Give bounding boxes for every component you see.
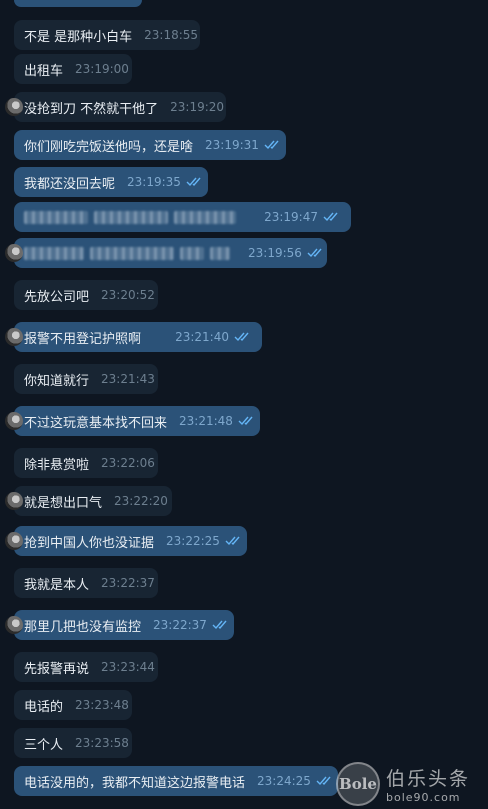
message-text: 除非悬赏啦 (24, 457, 90, 473)
redacted-text (24, 246, 236, 260)
incoming-message[interactable]: 三个人 23:23:58 (14, 728, 132, 758)
redacted-text (24, 210, 242, 224)
avatar[interactable] (5, 492, 23, 510)
watermark: Bole 伯乐头条 bole90.com (336, 759, 488, 809)
double-check-icon (323, 212, 338, 222)
message-timestamp: 23:20:52 (101, 288, 155, 302)
message-timestamp: 23:18:55 (144, 28, 199, 42)
message-timestamp: 23:19:35 (127, 175, 181, 189)
message-text: 报警不用登记护照啊 (24, 331, 142, 347)
message-text: 先报警再说 (24, 661, 90, 677)
message-timestamp: 23:19:31 (205, 138, 259, 152)
message-text: 出租车 (24, 63, 64, 79)
outgoing-message[interactable]: 报警不用登记护照啊 23:21:40 (5, 322, 262, 352)
message-text: 我就是本人 (24, 577, 90, 593)
outgoing-message[interactable]: 你们刚吃完饭送他吗，还是啥 23:19:31 (14, 130, 286, 160)
outgoing-message[interactable]: 不过这玩意基本找不回来 23:21:48 (5, 406, 260, 436)
avatar[interactable] (5, 412, 23, 430)
avatar[interactable] (5, 328, 23, 346)
incoming-message[interactable]: 不是 是那种小白车 23:18:55 (14, 20, 200, 50)
message-timestamp: 23:19:56 (248, 246, 302, 260)
message-text: 你知道就行 (24, 373, 90, 389)
incoming-message[interactable]: 出租车 23:19:00 (14, 54, 132, 84)
message-timestamp: 23:23:44 (101, 660, 155, 674)
outgoing-message[interactable]: 我都还没回去呢 23:19:35 (14, 167, 208, 197)
double-check-icon (225, 536, 240, 546)
outgoing-message[interactable]: 那里几把也没有监控 23:22:37 (5, 610, 234, 640)
avatar[interactable] (5, 98, 23, 116)
message-text: 我都还没回去呢 (24, 176, 116, 192)
message-text: 电话的 (24, 699, 64, 715)
message-timestamp: 23:19:20 (170, 100, 225, 114)
watermark-url: bole90.com (386, 791, 461, 804)
message-timestamp: 23:22:20 (114, 494, 168, 508)
message-text: 三个人 (24, 737, 64, 753)
message-timestamp: 23:23:48 (75, 698, 129, 712)
message-text: 就是想出口气 (24, 495, 103, 511)
double-check-icon (264, 140, 279, 150)
incoming-message[interactable]: 先放公司吧 23:20:52 (14, 280, 158, 310)
cut-off-message-bubble (14, 0, 142, 7)
avatar[interactable] (5, 244, 23, 262)
message-text: 那里几把也没有监控 (24, 619, 142, 635)
incoming-message[interactable]: 你知道就行 23:21:43 (14, 364, 158, 394)
message-text: 不是 是那种小白车 (24, 29, 133, 45)
incoming-message[interactable]: 没抢到刀 不然就干他了 23:19:20 (5, 92, 226, 122)
message-timestamp: 23:19:47 (264, 210, 318, 224)
double-check-icon (316, 776, 331, 786)
incoming-message[interactable]: 除非悬赏啦 23:22:06 (14, 448, 158, 478)
message-text: 电话没用的，我都不知道这边报警电话 (24, 775, 246, 791)
outgoing-message[interactable]: 23:19:47 (14, 202, 351, 232)
outgoing-message[interactable]: 抢到中国人你也没证据 23:22:25 (5, 526, 247, 556)
double-check-icon (307, 248, 322, 258)
avatar[interactable] (5, 616, 23, 634)
message-timestamp: 23:21:43 (101, 372, 155, 386)
watermark-logo: Bole (336, 762, 380, 806)
message-text: 没抢到刀 不然就干他了 (24, 101, 159, 117)
message-text: 先放公司吧 (24, 289, 90, 305)
double-check-icon (238, 416, 253, 426)
double-check-icon (212, 620, 227, 630)
message-text: 抢到中国人你也没证据 (24, 535, 155, 551)
message-text: 不过这玩意基本找不回来 (24, 415, 168, 431)
message-timestamp: 23:21:40 (175, 330, 229, 344)
double-check-icon (186, 177, 201, 187)
message-timestamp: 23:22:37 (101, 576, 155, 590)
avatar[interactable] (5, 532, 23, 550)
message-timestamp: 23:22:25 (166, 534, 220, 548)
message-timestamp: 23:22:06 (101, 456, 155, 470)
double-check-icon (234, 332, 249, 342)
message-timestamp: 23:23:58 (75, 736, 129, 750)
message-timestamp: 23:19:00 (75, 62, 129, 76)
message-text: 你们刚吃完饭送他吗，还是啥 (24, 139, 194, 155)
message-timestamp: 23:22:37 (153, 618, 207, 632)
incoming-message[interactable]: 电话的 23:23:48 (14, 690, 132, 720)
incoming-message[interactable]: 先报警再说 23:23:44 (14, 652, 158, 682)
chat-history[interactable]: 不是 是那种小白车 23:18:55 出租车 23:19:00 没抢到刀 不然就干他了 2… (0, 0, 488, 809)
incoming-message[interactable]: 我就是本人 23:22:37 (14, 568, 158, 598)
outgoing-message[interactable]: 23:19:56 (5, 238, 327, 268)
watermark-title: 伯乐头条 (386, 768, 471, 790)
outgoing-message[interactable]: 电话没用的，我都不知道这边报警电话 23:24:25 (14, 766, 338, 796)
message-timestamp: 23:24:25 (257, 774, 311, 788)
incoming-message[interactable]: 就是想出口气 23:22:20 (5, 486, 172, 516)
message-timestamp: 23:21:48 (179, 414, 233, 428)
